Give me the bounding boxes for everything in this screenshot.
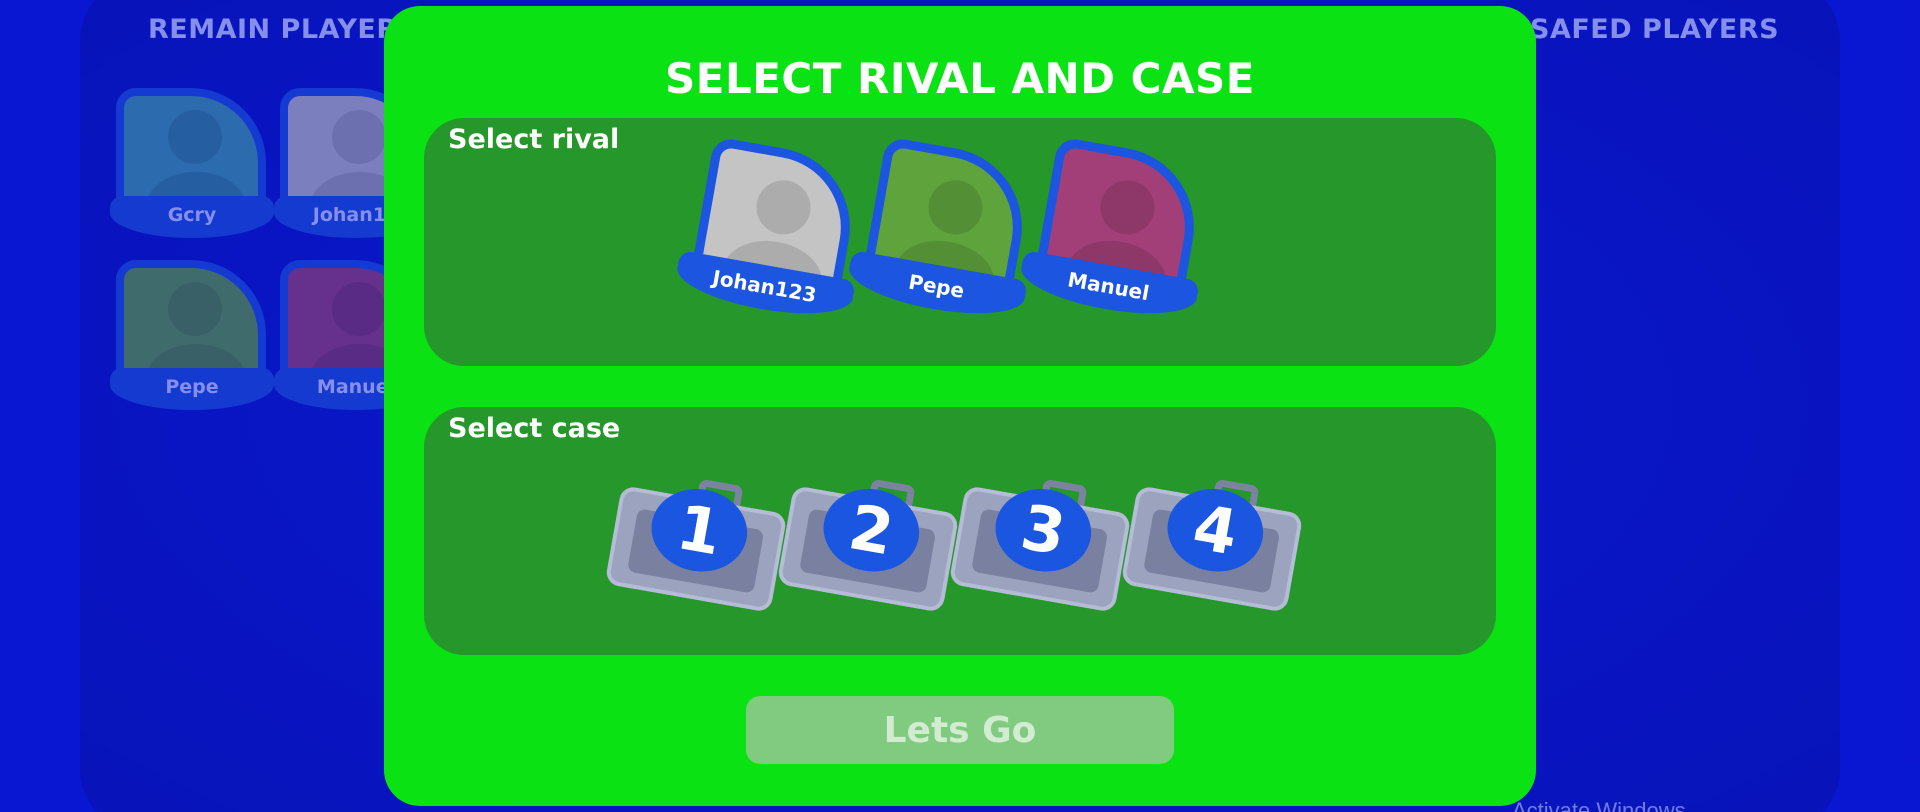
select-rival-dialog: SELECT RIVAL AND CASE Select rival Johan…: [384, 6, 1536, 806]
case-section: Select case 1 2 3 4: [424, 407, 1496, 655]
activation-watermark: Activate Windows: [1512, 798, 1686, 812]
rival-option-johan123[interactable]: Johan123: [672, 135, 873, 342]
rival-option-pepe[interactable]: Pepe: [844, 135, 1045, 342]
section-label: Select case: [448, 413, 621, 444]
remain-players-title: REMAIN PLAYERS: [148, 14, 418, 45]
case-option-4[interactable]: 4: [1111, 464, 1313, 633]
player-name: Gcry: [110, 196, 274, 238]
dialog-title: SELECT RIVAL AND CASE: [665, 54, 1255, 103]
rival-option-manuel[interactable]: Manuel: [1016, 135, 1217, 342]
lets-go-button[interactable]: Lets Go: [746, 696, 1174, 764]
section-label: Select rival: [448, 124, 620, 155]
remain-player-card: Gcry: [110, 88, 274, 238]
remain-player-card: Pepe: [110, 260, 274, 410]
safed-players-title: SAFED PLAYERS: [1530, 14, 1780, 45]
player-name: Pepe: [110, 368, 274, 410]
case-option-3[interactable]: 3: [939, 464, 1141, 633]
case-option-1[interactable]: 1: [595, 464, 797, 633]
case-option-2[interactable]: 2: [767, 464, 969, 633]
rival-section: Select rival Johan123 Pepe Manuel: [424, 118, 1496, 366]
